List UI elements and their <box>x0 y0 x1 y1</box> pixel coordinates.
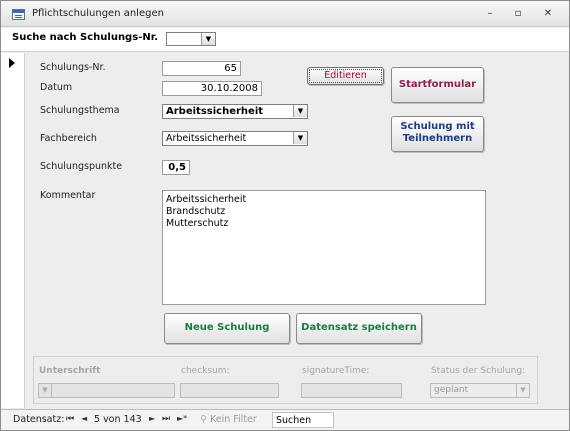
status-label: Status der Schulung: <box>431 366 526 376</box>
kommentar-line: Brandschutz <box>166 206 226 217</box>
schulungspunkte-label: Schulungspunkte <box>40 161 123 172</box>
search-label: Suche nach Schulungs-Nr. <box>12 32 158 43</box>
editieren-button[interactable]: Editieren <box>307 67 384 85</box>
schulungsthema-value: Arbeitssicherheit <box>166 106 264 117</box>
chevron-down-icon[interactable]: ▼ <box>39 384 52 397</box>
filter-label: Kein Filter <box>209 414 257 425</box>
unterschrift-label: Unterschrift <box>39 366 101 376</box>
kommentar-line: Arbeitssicherheit <box>166 194 247 205</box>
minimize-button[interactable]: – <box>483 8 497 20</box>
status-combo[interactable]: geplant ▼ <box>430 383 530 398</box>
close-button[interactable]: ✕ <box>541 8 555 20</box>
form-window: Pflichtschulungen anlegen – ▫ ✕ Suche na… <box>0 0 570 431</box>
kommentar-label: Kommentar <box>40 190 96 201</box>
signature-time-field[interactable] <box>301 383 402 398</box>
schulungspunkte-field[interactable]: 0,5 <box>162 160 190 175</box>
checksum-label: checksum: <box>181 366 230 376</box>
schulungs-nr-label: Schulungs-Nr. <box>40 62 106 73</box>
restore-button[interactable]: ▫ <box>511 8 525 20</box>
datum-field[interactable]: 30.10.2008 <box>162 81 262 96</box>
schulungsthema-label: Schulungsthema <box>40 105 120 116</box>
fachbereich-label: Fachbereich <box>40 133 97 144</box>
filter-button[interactable]: ⚲ Kein Filter <box>200 414 257 425</box>
next-record-icon[interactable]: ► <box>149 414 155 423</box>
schulungsthema-combo[interactable]: Arbeitssicherheit ▼ <box>162 104 308 119</box>
record-selector[interactable] <box>1 53 25 408</box>
schulung-mit-teilnehmern-button[interactable]: Schulung mit Teilnehmern <box>391 116 484 152</box>
status-value: geplant <box>434 385 469 395</box>
fachbereich-value: Arbeitssicherheit <box>166 133 247 144</box>
button-line: Teilnehmern <box>402 133 473 144</box>
chevron-down-icon[interactable]: ▼ <box>516 384 529 397</box>
datensatz-label: Datensatz: <box>13 414 65 425</box>
last-record-icon[interactable]: ⏭ <box>162 414 170 424</box>
unterschrift-field[interactable]: ▼ <box>38 383 175 398</box>
record-navigation: Datensatz: ⏮ ◄ 5 von 143 ► ⏭ ►* ⚲ Kein F… <box>1 409 569 430</box>
signature-time-label: signatureTime: <box>302 366 370 376</box>
current-record-icon <box>9 58 15 68</box>
startformular-button[interactable]: Startformular <box>391 67 484 103</box>
new-record-icon[interactable]: ►* <box>177 414 187 423</box>
kommentar-memo[interactable]: Arbeitssicherheit Brandschutz Mutterschu… <box>162 190 486 305</box>
search-combo[interactable]: ▼ <box>166 32 216 46</box>
record-position[interactable]: 5 von 143 <box>94 414 142 425</box>
kommentar-line: Mutterschutz <box>166 218 229 229</box>
search-box[interactable]: Suchen <box>272 412 334 428</box>
window-title: Pflichtschulungen anlegen <box>32 8 164 19</box>
chevron-down-icon[interactable]: ▼ <box>293 132 307 144</box>
title-bar: Pflichtschulungen anlegen – ▫ ✕ <box>1 1 569 27</box>
previous-record-icon[interactable]: ◄ <box>81 414 87 423</box>
schulungs-nr-field[interactable]: 65 <box>162 61 241 76</box>
datum-label: Datum <box>40 82 73 93</box>
checksum-field[interactable] <box>180 383 279 398</box>
signature-panel: Unterschrift ▼ checksum: signatureTime: … <box>33 356 538 404</box>
first-record-icon[interactable]: ⏮ <box>66 414 74 424</box>
chevron-down-icon[interactable]: ▼ <box>293 105 307 117</box>
filter-icon: ⚲ <box>200 414 210 425</box>
fachbereich-combo[interactable]: Arbeitssicherheit ▼ <box>162 131 308 146</box>
chevron-down-icon[interactable]: ▼ <box>201 33 215 45</box>
form-icon <box>12 9 25 20</box>
datensatz-speichern-button[interactable]: Datensatz speichern <box>296 313 422 344</box>
form-detail: Schulungs-Nr. 65 Datum 30.10.2008 Schulu… <box>26 53 569 408</box>
button-line: Schulung mit <box>400 121 475 132</box>
form-header: Suche nach Schulungs-Nr. ▼ <box>1 28 569 52</box>
neue-schulung-button[interactable]: Neue Schulung <box>164 313 290 344</box>
